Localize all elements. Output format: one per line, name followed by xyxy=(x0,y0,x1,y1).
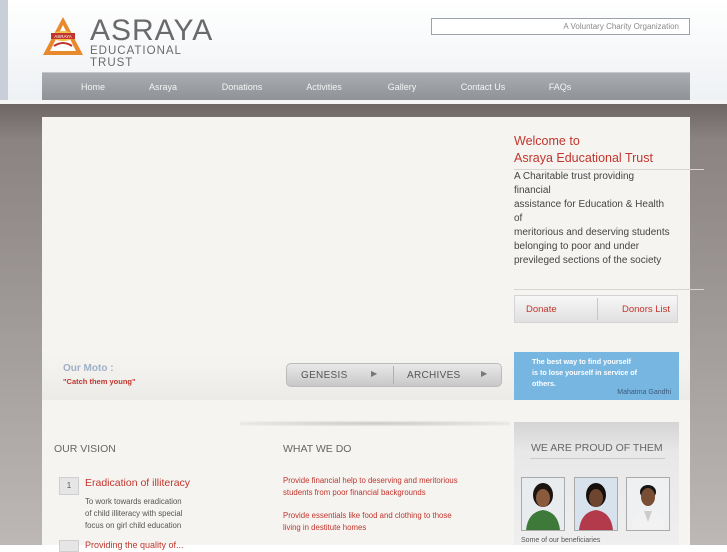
nav-item-faqs[interactable]: FAQs xyxy=(549,82,572,92)
nav-item-donations[interactable]: Donations xyxy=(222,82,263,92)
vision-item-text: To work towards eradication of child ill… xyxy=(85,496,205,532)
logo-subtitle: EDUCATIONAL TRUST xyxy=(90,45,182,69)
donate-button[interactable]: Donate xyxy=(526,304,557,315)
nav-item-gallery[interactable]: Gallery xyxy=(388,82,417,92)
genesis-archives-divider xyxy=(393,366,394,384)
play-arrow-icon: ▶ xyxy=(481,369,488,378)
welcome-text-line: assistance for Education & Health xyxy=(514,199,665,210)
play-arrow-icon: ▶ xyxy=(371,369,378,378)
proud-caption: Some of our beneficiaries xyxy=(521,537,601,544)
genesis-link[interactable]: GENESIS xyxy=(301,370,348,381)
beneficiary-photo[interactable] xyxy=(626,477,670,531)
what-we-do-line: students from poor financial backgrounds xyxy=(283,488,426,497)
vision-text-line: focus on girl child education xyxy=(85,521,182,530)
welcome-text-line: of xyxy=(514,213,523,224)
welcome-text-line: belonging to poor and under xyxy=(514,241,640,252)
welcome-description: A Charitable trust providing financial a… xyxy=(514,170,684,268)
header-divider xyxy=(0,100,727,104)
quote-line: is to lose yourself in service of xyxy=(532,368,638,377)
asraya-logo-icon: ASRAYA xyxy=(43,17,83,55)
what-we-do-line: living in destitute homes xyxy=(283,523,367,532)
vision-item-title[interactable]: Eradication of illiteracy xyxy=(85,477,190,489)
welcome-heading-line2: Asraya Educational Trust xyxy=(514,151,653,165)
donors-list-button[interactable]: Donors List xyxy=(622,304,670,315)
vision-text-line: of child illiteracy with special xyxy=(85,509,183,518)
what-we-do-heading: WHAT WE DO xyxy=(283,443,352,455)
what-we-do-item: Provide financial help to deserving and … xyxy=(283,475,473,499)
section-separator xyxy=(240,421,510,426)
vision-number-badge: 1 xyxy=(59,477,79,495)
site-logo[interactable]: ASRAYA ASRAYA EDUCATIONAL TRUST xyxy=(42,14,217,69)
quote-line: The best way to find yourself xyxy=(532,357,632,366)
moto-subtitle: "Catch them young" xyxy=(63,377,136,386)
welcome-heading-line1: Welcome to xyxy=(514,134,580,148)
tagline-box: A Voluntary Charity Organization xyxy=(431,18,690,35)
nav-item-home[interactable]: Home xyxy=(81,82,105,92)
welcome-text-line: financial xyxy=(514,185,551,196)
welcome-text-line: previleged sections of the society xyxy=(514,255,662,266)
what-we-do-line: Provide essentials like food and clothin… xyxy=(283,511,452,520)
vision-number-badge-2 xyxy=(59,540,79,552)
welcome-text-line: A Charitable trust providing xyxy=(514,171,635,182)
donate-donors-buttons: Donate Donors List xyxy=(514,295,678,323)
main-nav: Home Asraya Donations Activities Gallery… xyxy=(42,72,690,100)
person-photo-icon xyxy=(522,478,564,530)
nav-item-contact-us[interactable]: Contact Us xyxy=(461,82,506,92)
vision-text-line: To work towards eradication xyxy=(85,497,182,506)
quote-line: others. xyxy=(532,379,556,388)
archives-link[interactable]: ARCHIVES xyxy=(407,370,461,381)
logo-title: ASRAYA xyxy=(90,14,214,47)
quote-text: The best way to find yourself is to lose… xyxy=(532,356,672,389)
welcome-bottom-divider xyxy=(514,289,704,290)
person-photo-icon xyxy=(575,478,617,530)
person-photo-icon xyxy=(627,478,669,530)
welcome-heading: Welcome to Asraya Educational Trust xyxy=(514,133,653,167)
button-divider xyxy=(597,298,598,320)
quote-box: The best way to find yourself is to lose… xyxy=(514,352,679,400)
left-edge-strip xyxy=(0,0,8,100)
genesis-archives-bar: GENESIS ▶ ARCHIVES ▶ xyxy=(286,363,502,387)
nav-item-asraya[interactable]: Asraya xyxy=(149,82,177,92)
proud-heading: WE ARE PROUD OF THEM xyxy=(531,442,663,454)
nav-item-activities[interactable]: Activities xyxy=(306,82,342,92)
quote-author: Mahatma Gandhi xyxy=(617,389,671,396)
logo-mark-text: ASRAYA xyxy=(54,34,72,39)
vision-heading: OUR VISION xyxy=(54,443,116,455)
what-we-do-line: Provide financial help to deserving and … xyxy=(283,476,458,485)
what-we-do-item: Provide essentials like food and clothin… xyxy=(283,510,473,534)
welcome-text-line: meritorious and deserving students xyxy=(514,227,670,238)
beneficiary-photo[interactable] xyxy=(574,477,618,531)
proud-divider xyxy=(530,458,665,459)
vision-item-2-title[interactable]: Providing the quality of... xyxy=(85,540,184,550)
beneficiary-photo[interactable] xyxy=(521,477,565,531)
moto-title: Our Moto : xyxy=(63,363,114,374)
